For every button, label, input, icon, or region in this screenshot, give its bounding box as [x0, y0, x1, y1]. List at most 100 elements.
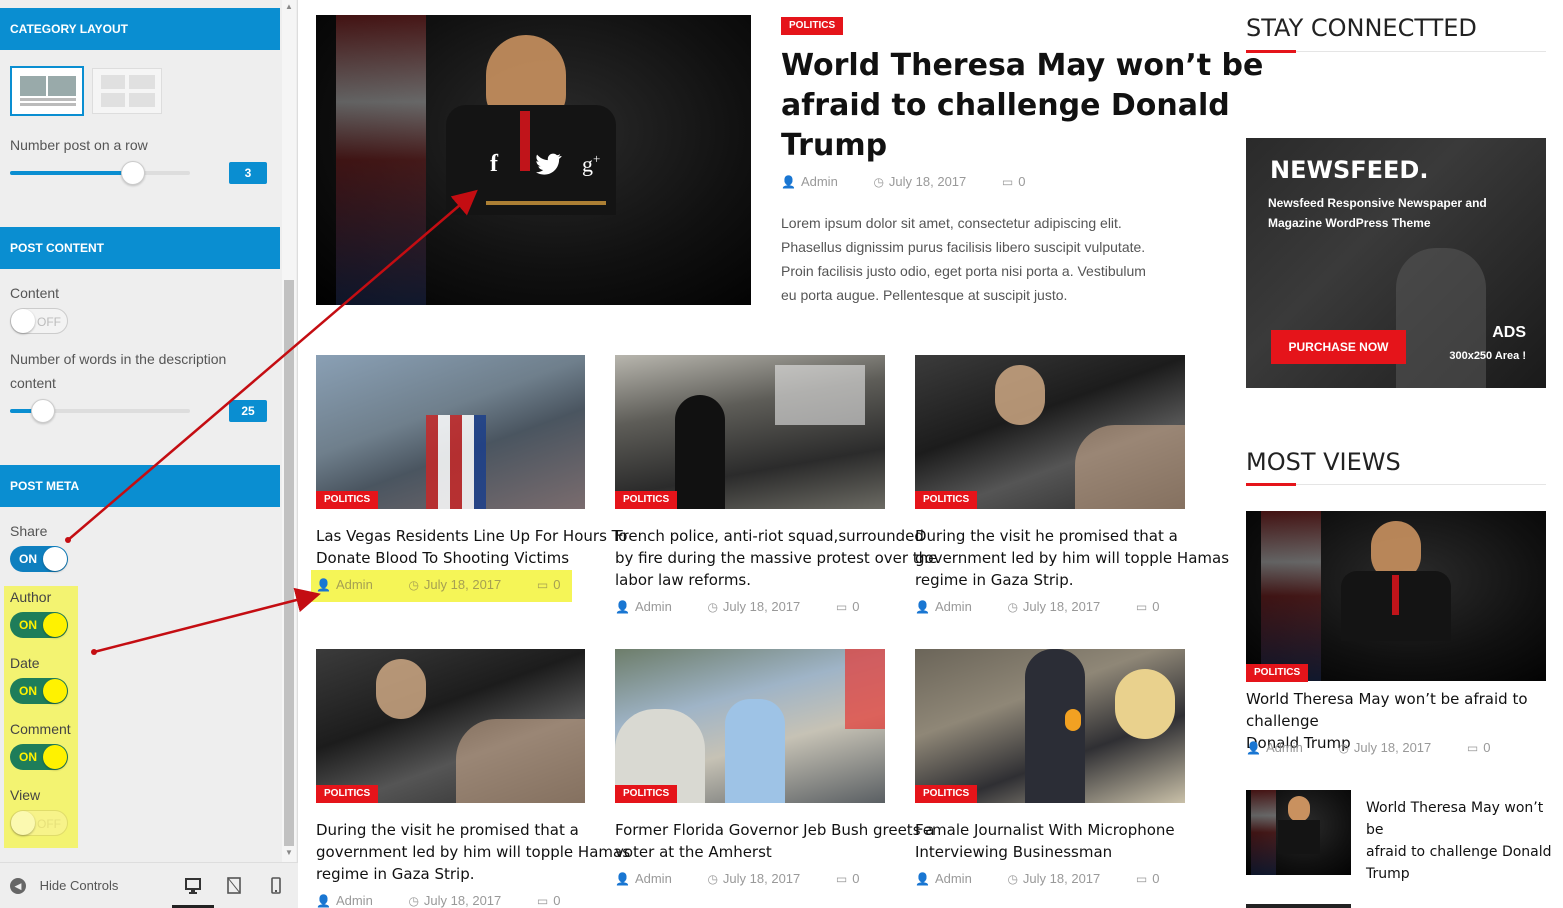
number-post-row-label: Number post on a row [10, 137, 148, 153]
grid-badge-2[interactable]: POLITICS [615, 491, 678, 509]
clock-icon: ◷ [408, 894, 419, 908]
customizer-panel: CATEGORY LAYOUT Number post on a row 3 P… [0, 0, 298, 908]
grid-meta-6: 👤 Admin ◷ July 18, 2017 ▭ 0 [915, 871, 1160, 886]
grid-image-5[interactable] [615, 649, 885, 803]
most-views-heading: MOST VIEWS [1246, 448, 1401, 476]
grid-image-3[interactable] [915, 355, 1185, 509]
author-label: Author [10, 589, 52, 605]
user-icon: 👤 [316, 578, 331, 592]
grid-image-6[interactable] [915, 649, 1185, 803]
number-post-row-value[interactable]: 3 [229, 162, 267, 184]
most-views-image[interactable] [1246, 511, 1546, 681]
hand-decor [1075, 425, 1185, 509]
stay-connected-heading: STAY CONNECTTED [1246, 14, 1477, 42]
facebook-icon[interactable]: f [490, 151, 498, 178]
section-post-meta[interactable]: POST META [0, 465, 280, 507]
view-toggle[interactable]: OFF [10, 810, 68, 836]
comment-toggle[interactable]: ON [10, 744, 68, 770]
grid-title-2[interactable]: French police, anti-riot squad,surrounde… [615, 525, 937, 591]
user-icon: 👤 [615, 872, 630, 886]
grid-title-6[interactable]: Female Journalist With Microphone Interv… [915, 819, 1175, 863]
comment-icon: ▭ [835, 600, 848, 614]
desktop-preview-icon[interactable] [184, 877, 202, 894]
small-story-image[interactable] [1246, 790, 1351, 875]
grid-badge-3[interactable]: POLITICS [915, 491, 978, 509]
featured-category-badge[interactable]: POLITICS [781, 17, 844, 35]
user-icon: 👤 [1246, 741, 1261, 755]
ad-brand: NEWSFEED. [1270, 156, 1429, 184]
scroll-up-icon[interactable]: ▲ [285, 2, 293, 11]
tablet-preview-icon[interactable] [226, 877, 242, 895]
purchase-now-button[interactable]: PURCHASE NOW [1271, 330, 1406, 364]
small-story-title[interactable]: World Theresa May won’t be afraid to cha… [1366, 797, 1563, 885]
google-plus-icon[interactable]: g+ [582, 151, 600, 177]
grid-badge-6[interactable]: POLITICS [915, 785, 978, 803]
comment-icon: ▭ [536, 578, 549, 592]
author-toggle[interactable]: ON [10, 612, 68, 638]
featured-title[interactable]: World Theresa May won’t be afraid to cha… [781, 46, 1263, 166]
ad-tagline: Newsfeed Responsive Newspaper and Magazi… [1268, 196, 1487, 230]
clock-icon: ◷ [1007, 600, 1018, 614]
words-label-2: content [10, 375, 56, 391]
clock-icon: ◷ [408, 578, 419, 592]
mobile-preview-icon[interactable] [270, 877, 282, 895]
clock-icon: ◷ [707, 600, 718, 614]
section-category-layout[interactable]: CATEGORY LAYOUT [0, 8, 280, 50]
grid-image-2[interactable] [615, 355, 885, 509]
grid-title-5[interactable]: Former Florida Governor Jeb Bush greets … [615, 819, 934, 863]
most-views-badge[interactable]: POLITICS [1246, 664, 1309, 682]
grid-title-3[interactable]: During the visit he promised that a gove… [915, 525, 1229, 591]
grid-meta-5: 👤 Admin ◷ July 18, 2017 ▭ 0 [615, 871, 860, 886]
grid-badge-1[interactable]: POLITICS [316, 491, 379, 509]
hand-decor [456, 719, 585, 803]
shirt-decor [725, 699, 785, 803]
grid-title-1[interactable]: Las Vegas Residents Line Up For Hours To… [316, 525, 627, 569]
grid-badge-4[interactable]: POLITICS [316, 785, 379, 803]
content-toggle[interactable]: OFF [10, 308, 68, 334]
featured-image[interactable]: f g+ [316, 15, 751, 305]
words-slider[interactable] [10, 399, 190, 423]
clock-icon: ◷ [1338, 741, 1349, 755]
face-decor [995, 365, 1045, 425]
number-post-row-slider[interactable] [10, 161, 190, 185]
comment-icon: ▭ [1135, 872, 1148, 886]
ad-banner[interactable]: NEWSFEED. Newsfeed Responsive Newspaper … [1246, 138, 1546, 388]
stay-connected-rule [1246, 50, 1546, 53]
grid-image-1[interactable] [316, 355, 585, 509]
panel-scrollbar[interactable]: ▲ ▼ [282, 0, 296, 862]
most-views-rule [1246, 483, 1546, 486]
face-decor [376, 659, 426, 719]
slider-handle[interactable] [31, 399, 55, 423]
hand-phone-decor [1396, 248, 1486, 388]
share-label: Share [10, 523, 48, 539]
customizer-footer: ◀ Hide Controls [0, 862, 298, 908]
portrait-decor [1288, 796, 1310, 822]
section-post-content[interactable]: POST CONTENT [0, 227, 280, 269]
scroll-down-icon[interactable]: ▼ [285, 848, 293, 857]
share-toggle[interactable]: ON [10, 546, 68, 572]
words-label: Number of words in the description [10, 351, 227, 367]
banner-decor [775, 365, 865, 425]
layout-option-grid[interactable] [10, 66, 84, 116]
content-label: Content [10, 285, 60, 301]
hair-decor [1115, 669, 1175, 739]
clock-icon: ◷ [873, 175, 884, 189]
slider-handle[interactable] [121, 161, 145, 185]
layout-option-list[interactable] [92, 68, 162, 114]
clock-icon: ◷ [707, 872, 718, 886]
grid-image-4[interactable] [316, 649, 585, 803]
twitter-icon[interactable] [536, 153, 562, 180]
user-icon: 👤 [915, 872, 930, 886]
grid-title-4[interactable]: During the visit he promised that a gove… [316, 819, 630, 885]
scroll-thumb[interactable] [284, 280, 294, 846]
hide-controls-button[interactable]: ◀ Hide Controls [10, 877, 118, 895]
officer-decor [675, 395, 725, 509]
grid-meta-2: 👤 Admin ◷ July 18, 2017 ▭ 0 [615, 599, 860, 614]
grid-badge-5[interactable]: POLITICS [615, 785, 678, 803]
grid-meta-4: 👤 Admin ◷ July 18, 2017 ▭ 0 [316, 893, 561, 908]
date-toggle[interactable]: ON [10, 678, 68, 704]
comment-icon: ▭ [1466, 741, 1479, 755]
words-value[interactable]: 25 [229, 400, 267, 422]
ad-label: ADS [1492, 324, 1526, 341]
grid-meta-1: 👤 Admin ◷ July 18, 2017 ▭ 0 [316, 577, 561, 592]
